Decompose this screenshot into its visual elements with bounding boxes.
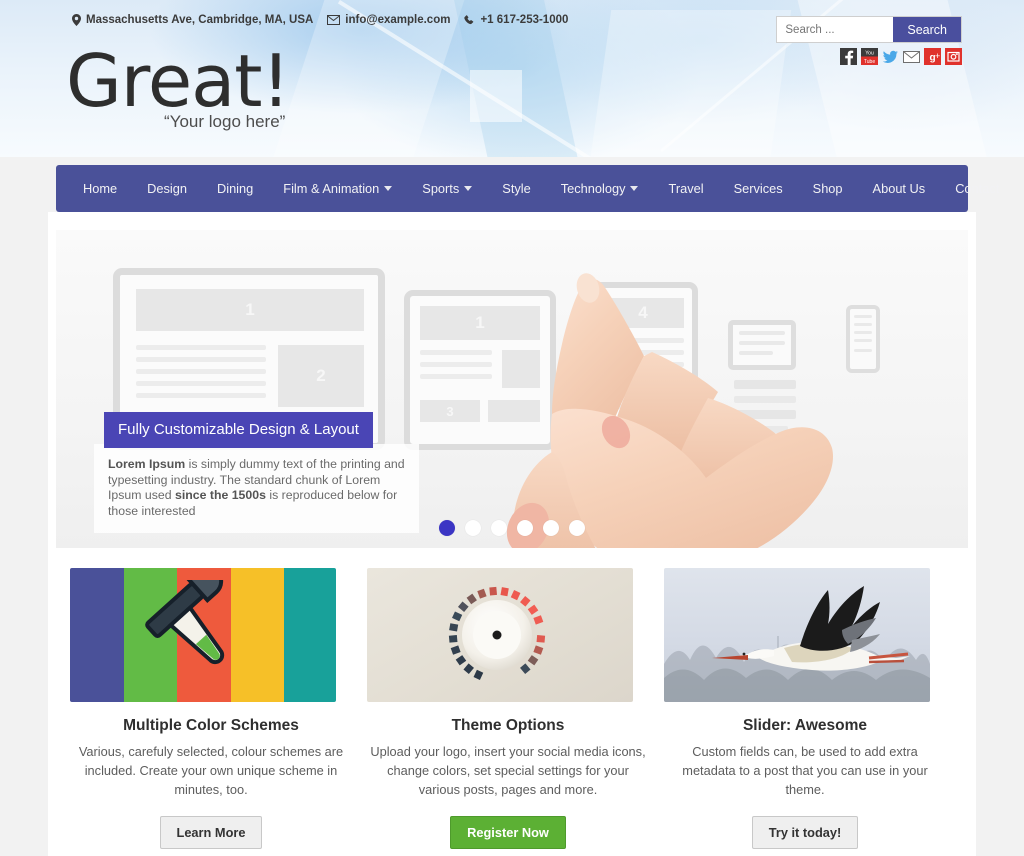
content-container: 1 2 1 3 4 Lorem Ipsum is simply dummy te…: [48, 212, 976, 856]
slider-dot-1[interactable]: [439, 520, 455, 536]
eyedropper-icon: [145, 580, 225, 665]
chevron-down-icon: [464, 186, 473, 191]
hand-pointing-image: [506, 273, 833, 548]
phone-icon: [464, 14, 475, 26]
search-input[interactable]: [777, 17, 894, 42]
card-title: Theme Options: [451, 717, 565, 734]
swatch-indigo: [70, 568, 124, 702]
contact-info: Massachusetts Ave, Cambridge, MA, USA in…: [72, 14, 568, 26]
feature-cards: Multiple Color Schemes Various, carefuly…: [56, 568, 968, 849]
card-button-row: Learn More: [70, 816, 352, 849]
nav-label: Contact: [955, 181, 1000, 196]
nav-item-dining[interactable]: Dining: [202, 165, 268, 212]
slider-pagination: [56, 520, 968, 536]
map-pin-icon: [72, 14, 81, 26]
facebook-icon[interactable]: [840, 48, 857, 65]
card-title: Multiple Color Schemes: [123, 717, 299, 734]
nav-label: Services: [733, 181, 783, 196]
header-decor-square: [470, 70, 522, 122]
svg-text:Tube: Tube: [864, 59, 875, 65]
svg-text:You: You: [865, 51, 874, 57]
stork-image: [664, 568, 930, 702]
theme-dial-image: [367, 568, 633, 702]
search-button[interactable]: Search: [893, 17, 961, 42]
register-now-button[interactable]: Register Now: [450, 816, 566, 849]
chevron-down-icon: [384, 186, 393, 191]
nav-label: Technology: [560, 181, 626, 196]
youtube-icon[interactable]: You Tube: [861, 48, 878, 65]
nav-label: Dining: [216, 181, 254, 196]
page-root: Massachusetts Ave, Cambridge, MA, USA in…: [0, 0, 1024, 856]
color-swatches-image: [70, 568, 336, 702]
slide-number: 1: [245, 300, 255, 319]
site-logo[interactable]: Great! “Your logo here”: [66, 39, 290, 132]
social-links: You Tube g +: [840, 48, 962, 65]
card-title: Slider: Awesome: [742, 717, 868, 734]
caption-bold2: since the 1500s: [175, 488, 266, 502]
slider-dot-5[interactable]: [543, 520, 559, 536]
learn-more-button[interactable]: Learn More: [159, 816, 263, 849]
contact-email[interactable]: info@example.com: [327, 14, 450, 26]
card-text: Custom fields can, be used to add extra …: [682, 744, 928, 797]
main-navigation: Home Design Dining Film & Animation Spor…: [56, 165, 999, 212]
nav-item-about-us[interactable]: About Us: [858, 165, 941, 212]
nav-item-contact[interactable]: Contact: [940, 165, 1014, 212]
caption-lead: Lorem Ipsum: [108, 457, 186, 471]
nav-item-shop[interactable]: Shop: [798, 165, 858, 212]
slider-dot-3[interactable]: [491, 520, 507, 536]
stork-graphic: [664, 586, 930, 702]
googleplus-icon[interactable]: g +: [924, 48, 941, 65]
twitter-icon[interactable]: [882, 48, 899, 65]
nav-label: Travel: [668, 181, 704, 196]
site-header: Massachusetts Ave, Cambridge, MA, USA in…: [0, 0, 1024, 157]
slide-number: 2: [316, 366, 326, 385]
email-icon[interactable]: [903, 48, 920, 65]
slider-caption-title: Fully Customizable Design & Layout: [104, 412, 373, 448]
contact-phone-text: +1 617-253-1000: [480, 14, 569, 26]
nav-label: About Us: [872, 181, 926, 196]
card-text: Upload your logo, insert your social med…: [370, 744, 646, 797]
nav-label: Design: [147, 181, 187, 196]
nav-item-style[interactable]: Style: [487, 165, 545, 212]
slider-dot-2[interactable]: [465, 520, 481, 536]
envelope-icon: [327, 15, 341, 25]
card-button-row: Try it today!: [664, 816, 946, 849]
svg-text:+: +: [935, 51, 940, 61]
nav-item-sports[interactable]: Sports: [407, 165, 487, 212]
nav-item-services[interactable]: Services: [719, 165, 798, 212]
card-button-row: Register Now: [367, 816, 649, 849]
nav-item-travel[interactable]: Travel: [653, 165, 718, 212]
nav-item-design[interactable]: Design: [132, 165, 202, 212]
contact-address-text: Massachusetts Ave, Cambridge, MA, USA: [86, 14, 314, 26]
nav-item-home[interactable]: Home: [68, 165, 132, 212]
slider-dot-6[interactable]: [569, 520, 585, 536]
search-form: Search: [776, 16, 962, 43]
hero-slider[interactable]: 1 2 1 3 4 Lorem Ipsum is simply dummy te…: [56, 230, 968, 548]
swatch-teal: [284, 568, 336, 702]
contact-address: Massachusetts Ave, Cambridge, MA, USA: [72, 14, 313, 26]
dial-knob-graphic: [448, 586, 546, 680]
nav-label: Style: [502, 181, 531, 196]
contact-phone[interactable]: +1 617-253-1000: [464, 14, 568, 26]
logo-title: Great!: [66, 39, 290, 123]
feature-card-color-schemes: Multiple Color Schemes Various, carefuly…: [70, 568, 352, 849]
feature-card-slider: Slider: Awesome Custom fields can, be us…: [664, 568, 946, 849]
nav-item-film-animation[interactable]: Film & Animation: [268, 165, 407, 212]
chevron-down-icon: [630, 186, 639, 191]
card-text: Various, carefuly selected, colour schem…: [78, 744, 344, 797]
nav-label: Film & Animation: [283, 181, 380, 196]
instagram-icon[interactable]: [945, 48, 962, 65]
nav-label: Home: [83, 181, 118, 196]
contact-email-text: info@example.com: [345, 14, 451, 26]
nav-label: Shop: [812, 181, 843, 196]
try-it-today-button[interactable]: Try it today!: [751, 816, 859, 849]
feature-card-theme-options: Theme Options Upload your logo, insert y…: [367, 568, 649, 849]
slider-dot-4[interactable]: [517, 520, 533, 536]
nav-label: Sports: [422, 181, 460, 196]
nav-item-technology[interactable]: Technology: [546, 165, 654, 212]
